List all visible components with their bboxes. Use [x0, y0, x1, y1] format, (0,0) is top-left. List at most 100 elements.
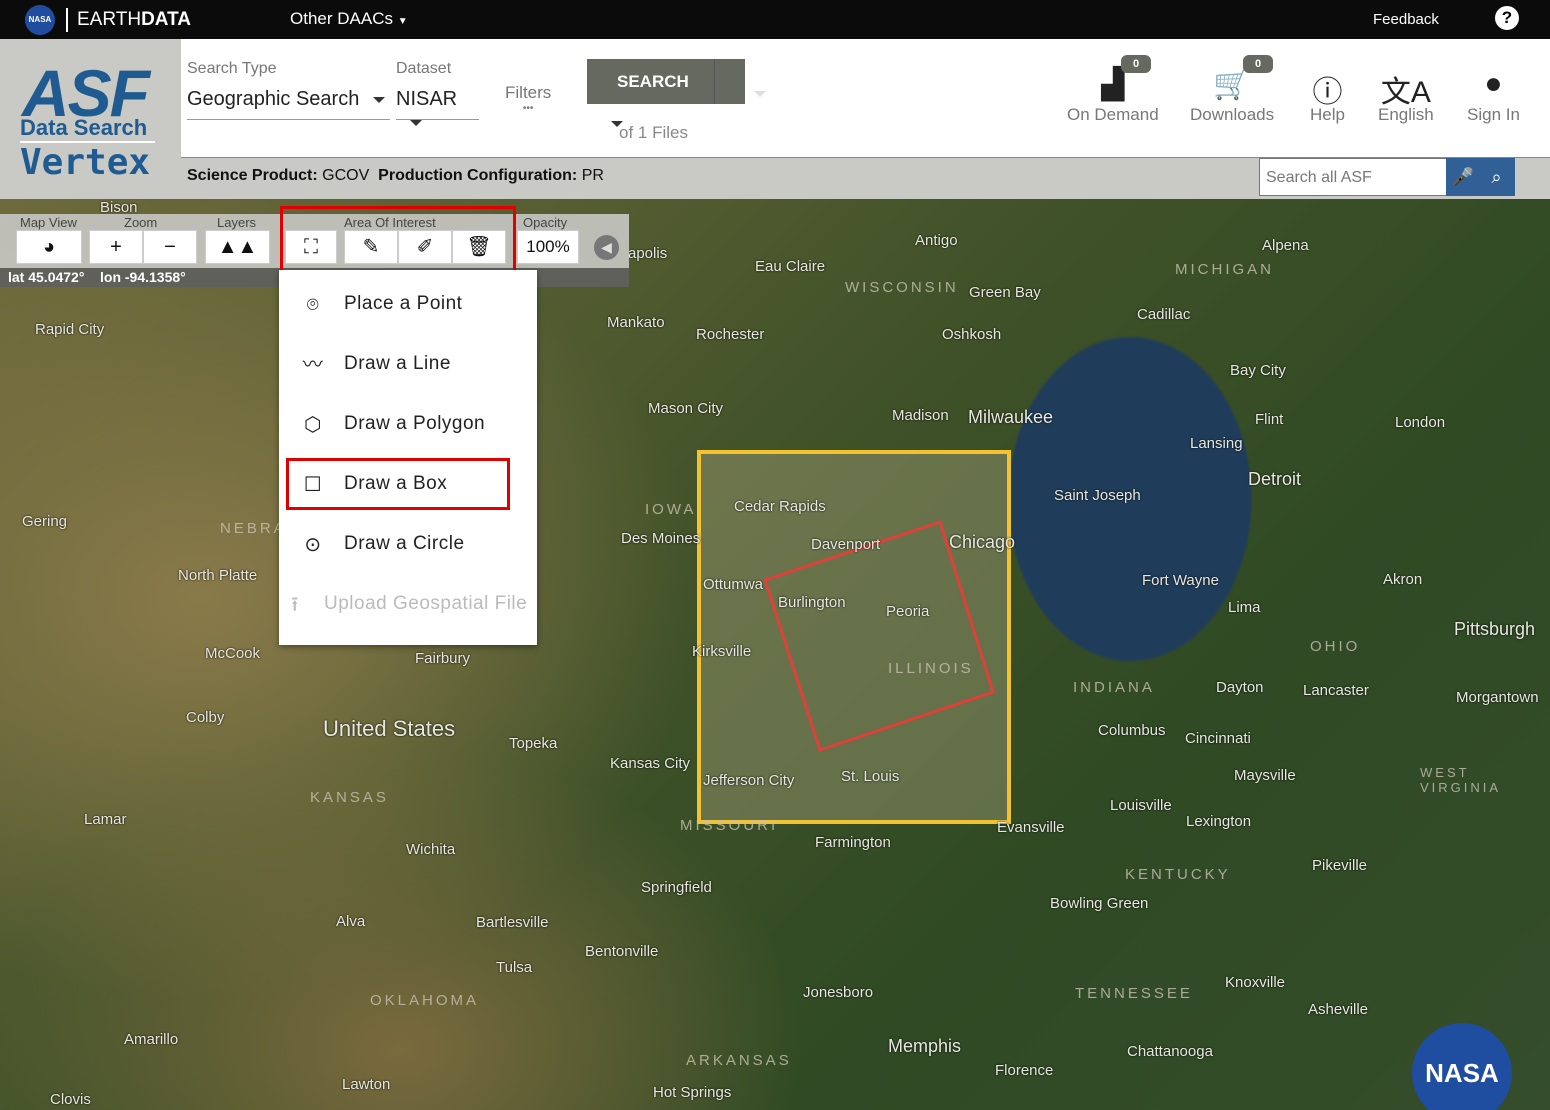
city-label: Tulsa	[496, 959, 532, 976]
earthdata-link[interactable]: EARTHDATA	[66, 8, 191, 32]
city-label: Louisville	[1110, 797, 1172, 814]
state-label: TENNESSEE	[1075, 985, 1193, 1002]
brand-bold: DATA	[141, 9, 191, 30]
city-label: Mason City	[648, 400, 723, 417]
state-label: MICHIGAN	[1175, 261, 1274, 278]
search-type-select[interactable]: Geographic Search	[187, 88, 390, 120]
city-label: Evansville	[997, 819, 1065, 836]
on-demand-button[interactable]: ▟On Demand	[1067, 67, 1159, 125]
city-label: Detroit	[1248, 469, 1301, 490]
city-label: Gering	[22, 513, 67, 530]
state-label: KENTUCKY	[1125, 866, 1231, 883]
city-label: Rapid City	[35, 321, 104, 338]
state-label: OHIO	[1310, 638, 1360, 655]
city-label: Memphis	[888, 1036, 961, 1057]
city-label: Morgantown	[1456, 689, 1539, 706]
state-label: KANSAS	[310, 789, 389, 806]
search-type-label: Search Type	[187, 60, 277, 78]
state-label: MISSOURI	[680, 817, 778, 834]
collapse-arrow-icon[interactable]: ◀	[594, 235, 619, 260]
draw-line-item[interactable]: 〰Draw a Line	[279, 335, 537, 395]
city-label: Lima	[1228, 599, 1261, 616]
vertex-text: Vertex	[20, 142, 150, 183]
upload-icon: ⭱	[283, 593, 307, 617]
dataset-select[interactable]: NISAR	[396, 88, 479, 120]
city-label: Fort Wayne	[1142, 572, 1219, 589]
city-label: United States	[323, 716, 455, 742]
downloads-count-badge: 0	[1243, 55, 1273, 73]
city-label: Fairbury	[415, 650, 470, 667]
map-view-label: Map View	[20, 215, 77, 230]
map[interactable]: Rapid CityGeringNorth PlatteMcCookColbyL…	[0, 199, 1550, 1110]
city-label: Lamar	[84, 811, 127, 828]
city-label: Chattanooga	[1127, 1043, 1213, 1060]
zoom-in-button[interactable]: +	[89, 230, 143, 264]
caret-down-icon	[754, 91, 766, 97]
menu-label: Place a Point	[344, 293, 462, 315]
map-pin-icon: ⌾	[301, 293, 325, 317]
sign-in-button[interactable]: ●Sign In	[1467, 67, 1520, 125]
city-label: Florence	[995, 1062, 1053, 1079]
city-label: Alpena	[1262, 237, 1309, 254]
layers-mountain-icon[interactable]: ▲▲	[205, 230, 270, 264]
state-label: INDIANA	[1073, 679, 1155, 696]
on-demand-label: On Demand	[1067, 105, 1159, 125]
opacity-select[interactable]: 100%	[517, 230, 579, 264]
state-label: OKLAHOMA	[370, 992, 479, 1009]
search-options-dropdown[interactable]	[714, 59, 745, 104]
city-label: Peoria	[886, 603, 929, 620]
draw-polygon-item[interactable]: ⬡Draw a Polygon	[279, 395, 537, 455]
city-label: Lansing	[1190, 435, 1243, 452]
city-label: Green Bay	[969, 284, 1041, 301]
sign-in-label: Sign In	[1467, 105, 1520, 125]
help-circle-icon[interactable]: ?	[1495, 6, 1519, 30]
draw-circle-item[interactable]: ⊙ Draw a Circle	[279, 515, 537, 575]
city-label: Bay City	[1230, 362, 1286, 379]
city-label: Hot Springs	[653, 1084, 731, 1101]
line-icon: 〰	[301, 353, 325, 377]
search-icon[interactable]: ⌕	[1478, 158, 1515, 196]
city-label: Maysville	[1234, 767, 1296, 784]
more-icon: •••	[505, 103, 551, 114]
state-label: WISCONSIN	[845, 279, 959, 296]
city-label: Lawton	[342, 1076, 390, 1093]
city-label: Mankato	[607, 314, 665, 331]
state-label: WEST VIRGINIA	[1420, 765, 1500, 795]
upload-file-item[interactable]: ⭱Upload Geospatial File	[279, 575, 537, 635]
caret-down-icon	[373, 97, 385, 103]
city-label: Farmington	[815, 834, 891, 851]
circle-icon: ⊙	[301, 533, 325, 557]
menu-label: Draw a Circle	[344, 533, 465, 555]
city-label: Colby	[186, 709, 224, 726]
downloads-button[interactable]: 🛒Downloads	[1190, 67, 1274, 125]
nasa-logo[interactable]: NASA	[25, 5, 55, 35]
filters-button[interactable]: Filters•••	[505, 83, 551, 114]
state-label: IOWA	[645, 501, 696, 518]
city-label: Jonesboro	[803, 984, 873, 1001]
microphone-icon[interactable]: 🎤	[1446, 158, 1480, 196]
globe-icon[interactable]: ◕	[16, 230, 82, 264]
city-label: Pikeville	[1312, 857, 1367, 874]
search-button[interactable]: SEARCH	[587, 59, 745, 104]
account-icon: ●	[1467, 67, 1520, 105]
prod-value: PR	[582, 167, 604, 184]
other-daacs-label: Other DAACs	[290, 9, 393, 28]
city-label: Cincinnati	[1185, 730, 1251, 747]
caret-down-icon: ▼	[398, 16, 408, 27]
latitude: lat 45.0472°	[8, 269, 84, 285]
city-label: Springfield	[641, 879, 712, 896]
place-point-item[interactable]: ⌾ Place a Point	[279, 275, 537, 335]
other-daacs-menu[interactable]: Other DAACs ▼	[290, 9, 408, 29]
aoi-highlight	[280, 206, 516, 278]
sci-value: GCOV	[322, 167, 369, 184]
language-button[interactable]: 文AEnglish	[1378, 67, 1434, 125]
city-label: London	[1395, 414, 1445, 431]
zoom-out-button[interactable]: −	[143, 230, 197, 264]
help-button[interactable]: ⓘHelp	[1310, 67, 1345, 125]
asf-search-input[interactable]: Search all ASF	[1259, 158, 1447, 196]
city-label: Bowling Green	[1050, 895, 1148, 912]
feedback-link[interactable]: Feedback	[1373, 11, 1439, 28]
city-label: Davenport	[811, 536, 880, 553]
on-demand-count-badge: 0	[1121, 55, 1151, 73]
city-label: Kansas City	[610, 755, 690, 772]
